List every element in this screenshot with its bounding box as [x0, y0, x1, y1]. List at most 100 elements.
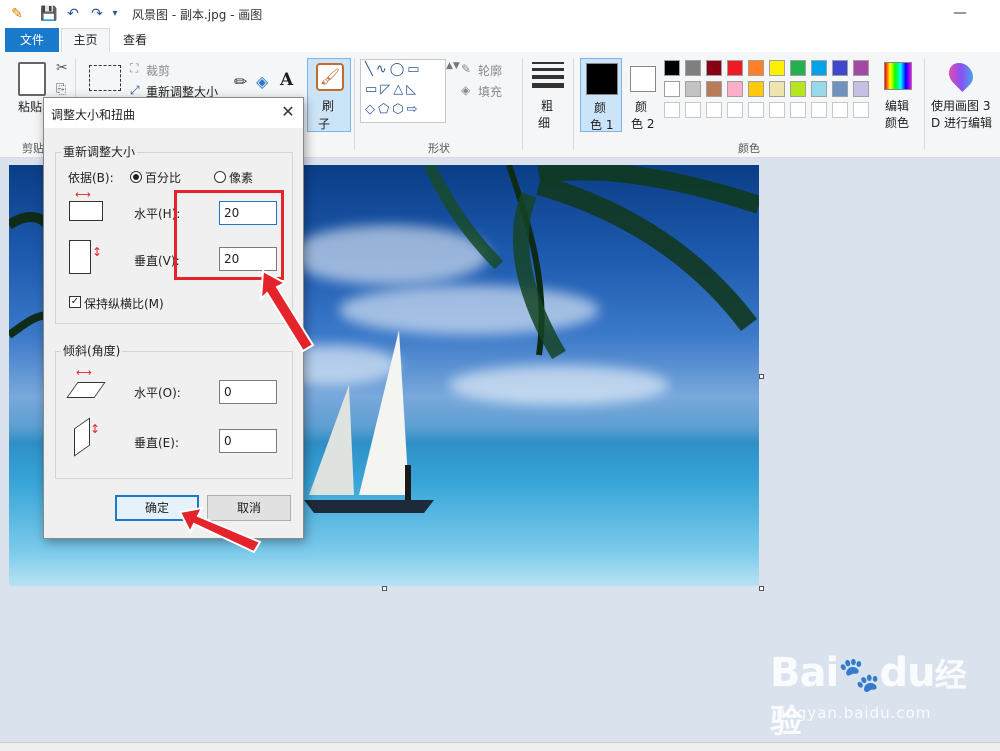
keep-ratio-label[interactable]: 保持纵横比(M) — [84, 295, 164, 312]
palette-swatch[interactable] — [706, 60, 722, 76]
fill-bucket-icon[interactable]: ◈ — [256, 72, 268, 91]
palette-custom-swatch[interactable] — [790, 102, 806, 118]
crop-icon[interactable]: ⛶ — [130, 61, 138, 76]
by-label: 依据(B): — [68, 171, 114, 185]
palette-swatch[interactable] — [769, 60, 785, 76]
keep-ratio-checkbox[interactable]: ✓ — [69, 296, 81, 308]
watermark-brand: Bai — [770, 650, 839, 696]
palette-swatch[interactable] — [727, 60, 743, 76]
resize-icon[interactable]: ⤢ — [130, 83, 140, 98]
save-icon[interactable]: 💾 — [40, 5, 58, 23]
color2-swatch — [630, 66, 656, 92]
palette-swatch[interactable] — [706, 81, 722, 97]
palette-swatch[interactable] — [748, 60, 764, 76]
palette-swatch[interactable] — [811, 81, 827, 97]
palette-swatch[interactable] — [748, 81, 764, 97]
paste-button[interactable]: 粘贴 — [18, 98, 42, 115]
brush-button[interactable]: 🖌 刷 子 — [307, 58, 351, 132]
canvas-resize-handle-right[interactable] — [759, 374, 764, 379]
size-icon[interactable] — [532, 62, 564, 88]
palette-swatch[interactable] — [832, 60, 848, 76]
palette-swatch[interactable] — [769, 81, 785, 97]
size-label-2[interactable]: 细 — [538, 114, 550, 131]
palette-custom-swatch[interactable] — [769, 102, 785, 118]
palette-swatch[interactable] — [685, 81, 701, 97]
paint3d-icon[interactable] — [944, 58, 978, 92]
canvas-resize-handle-corner[interactable] — [759, 586, 764, 591]
paste-icon[interactable] — [18, 62, 46, 96]
palette-custom-swatch[interactable] — [685, 102, 701, 118]
palette-swatch[interactable] — [664, 60, 680, 76]
skew-horizontal-input[interactable]: 0 — [219, 380, 277, 404]
palette-swatch[interactable] — [727, 81, 743, 97]
palette-swatch[interactable] — [685, 60, 701, 76]
tab-view[interactable]: 查看 — [112, 28, 158, 52]
colors-group-label: 颜色 — [738, 142, 760, 155]
outline-icon[interactable]: ✎ — [461, 62, 471, 76]
palette-custom-swatch[interactable] — [853, 102, 869, 118]
percent-label[interactable]: 百分比 — [145, 169, 181, 186]
text-tool-icon[interactable]: A — [280, 70, 293, 90]
skew-horizontal-arrow-icon: ⟷ — [76, 366, 92, 379]
canvas-resize-handle-bottom[interactable] — [382, 586, 387, 591]
ribbon-tabs: 文件 主页 查看 — [0, 28, 1000, 53]
vertical-label: 垂直(V): — [134, 254, 180, 268]
pixels-label[interactable]: 像素 — [229, 169, 253, 186]
shapes-row-1-icon[interactable]: ╲∿◯▭ — [365, 62, 423, 77]
quick-access-dropdown-icon[interactable]: ▾ — [106, 5, 124, 23]
fill-icon[interactable]: ◈ — [461, 83, 470, 97]
color1-button[interactable]: 颜 色 1 — [580, 58, 622, 132]
crop-button[interactable]: 裁剪 — [146, 62, 170, 79]
resize-horizontal-icon: ⟷ — [69, 188, 103, 221]
palette-custom-swatch[interactable] — [832, 102, 848, 118]
palette-swatch[interactable] — [853, 60, 869, 76]
copy-icon[interactable]: ⎘ — [56, 82, 66, 97]
palette-custom-swatch[interactable] — [706, 102, 722, 118]
pencil-icon[interactable]: ✏ — [234, 72, 247, 91]
color2-label-2: 色 2 — [631, 117, 655, 131]
palette-custom-swatch[interactable] — [727, 102, 743, 118]
shapes-gallery[interactable]: ╲∿◯▭ ▭◸△◺ ◇⬠⬡⇨ — [360, 59, 446, 123]
sailboat — [304, 330, 434, 513]
shapes-row-2-icon[interactable]: ▭◸△◺ — [365, 82, 419, 97]
paint3d-label-2[interactable]: D 进行编辑 — [931, 114, 992, 131]
edit-colors-label-1[interactable]: 编辑 — [885, 97, 909, 114]
size-label-1[interactable]: 粗 — [541, 97, 553, 114]
edit-colors-label-2[interactable]: 颜色 — [885, 114, 909, 131]
palette-swatch[interactable] — [811, 60, 827, 76]
palette-swatch[interactable] — [664, 81, 680, 97]
edit-colors-icon[interactable] — [884, 62, 912, 90]
percent-radio[interactable] — [130, 171, 142, 183]
palette-swatch[interactable] — [790, 81, 806, 97]
tab-home[interactable]: 主页 — [61, 28, 110, 53]
shapes-row-3-icon[interactable]: ◇⬠⬡⇨ — [365, 102, 421, 117]
palette-custom-swatch[interactable] — [748, 102, 764, 118]
pixels-radio[interactable] — [214, 171, 226, 183]
brush-icon: 🖌 — [316, 63, 344, 91]
cut-icon[interactable]: ✂ — [56, 60, 68, 76]
palette-custom-swatch[interactable] — [811, 102, 827, 118]
color2-button[interactable]: 颜 色 2 — [623, 58, 663, 131]
skew-vertical-input[interactable]: 0 — [219, 429, 277, 453]
dialog-close-button[interactable]: ✕ — [278, 102, 298, 122]
skew-section-label: 倾斜(角度) — [61, 342, 123, 359]
skew-horizontal-label: 水平(O): — [134, 386, 181, 400]
palette-swatch[interactable] — [853, 81, 869, 97]
redo-icon[interactable]: ↷ — [88, 5, 106, 23]
color2-label-1: 颜 — [635, 100, 648, 114]
undo-icon[interactable]: ↶ — [64, 5, 82, 23]
select-icon[interactable] — [89, 65, 121, 91]
fill-button[interactable]: 填充 — [478, 83, 502, 100]
skew-vertical-arrow-icon: ↕ — [90, 422, 101, 436]
palette-custom-swatch[interactable] — [664, 102, 680, 118]
palette-swatch[interactable] — [832, 81, 848, 97]
brush-label-1: 刷 — [322, 99, 335, 113]
palette-swatch[interactable] — [790, 60, 806, 76]
minimize-button[interactable]: — — [940, 2, 980, 26]
paint3d-label-1[interactable]: 使用画图 3 — [931, 97, 990, 114]
tab-file[interactable]: 文件 — [5, 28, 59, 52]
color-palette[interactable] — [664, 60, 878, 124]
watermark-paw-icon: 🐾 — [838, 655, 880, 695]
shapes-scroll-icon[interactable]: ▲▼ — [446, 61, 460, 71]
outline-button[interactable]: 轮廓 — [478, 62, 502, 79]
